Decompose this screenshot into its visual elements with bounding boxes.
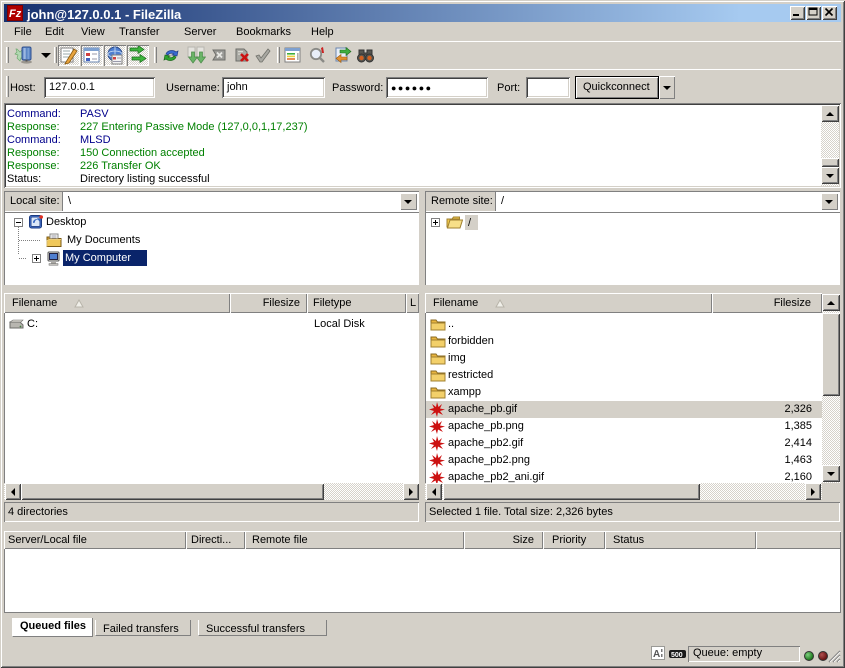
svg-text:Fz: Fz: [9, 8, 22, 20]
svg-text:500: 500: [671, 652, 683, 658]
svg-text:A: A: [653, 649, 660, 659]
